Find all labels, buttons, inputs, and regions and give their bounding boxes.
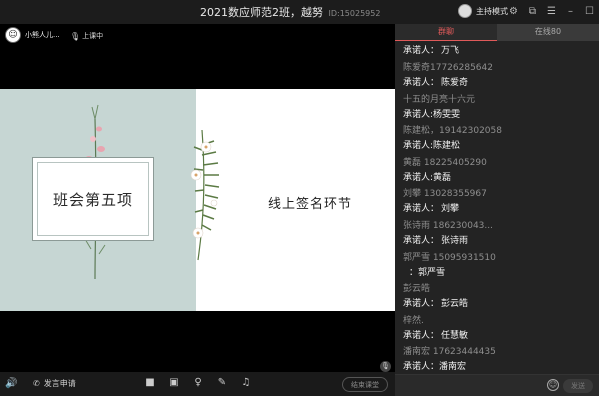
list-item: 陈爱奇17726285642 承诺人： 陈爱奇 <box>403 62 599 94</box>
window-title: 2021数应师范2班，越努 ID:15025952 <box>200 4 380 20</box>
popout-icon[interactable]: ⧉ <box>526 5 539 18</box>
classroom-app: 2021数应师范2班，越努 ID:15025952 主持模式 ⚙ ⧉ ☰ – ☐… <box>0 0 599 396</box>
message-text: 承诺人： 刘攀 <box>403 204 460 215</box>
message-text: 承诺人： 陈爱奇 <box>403 78 469 88</box>
message-sender: 郭严雪 15095931510 <box>403 252 496 263</box>
speaker-icon[interactable]: 🔊 <box>5 378 17 389</box>
message-list[interactable]: 承诺人： 万飞 陈爱奇17726285642 承诺人： 陈爱奇 十五的月亮十六元 承… <box>395 43 599 373</box>
phone-icon: ✆ <box>33 379 40 388</box>
emoji-icon[interactable]: ☺ <box>547 379 559 391</box>
video-area: ☺ 小熊人儿... 🎙 上课中 班会第五项 线上签名环节 🎙 <box>0 24 395 372</box>
edit-icon[interactable]: ✎ <box>216 377 228 388</box>
list-item: 彭云皓 承诺人： 彭云皓 <box>403 283 599 315</box>
class-status: 🎙 上课中 <box>70 31 103 41</box>
message-text: 承诺人： 彭云皓 <box>403 299 469 310</box>
list-item: 黄磊 18225405290 承诺人:黄磊 <box>403 157 599 189</box>
end-class-button[interactable]: 结束课堂 <box>342 377 388 392</box>
fern-decoration <box>190 129 220 261</box>
chat-tabs: 群聊 在线80 <box>395 24 599 41</box>
list-item: 承诺人： 万飞 <box>403 43 599 62</box>
minimize-icon[interactable]: – <box>564 5 577 18</box>
list-item: 陈建松，19142302058 承诺人:陈建松 <box>403 125 599 157</box>
mic-icon[interactable]: ♀ <box>192 377 204 388</box>
window-controls: ⚙ ⧉ ☰ – ☐ ✕ <box>507 5 599 18</box>
avatar-icon <box>458 4 472 18</box>
slide-subtitle: 线上签名环节 <box>268 197 353 212</box>
title-bar: 2021数应师范2班，越努 ID:15025952 主持模式 ⚙ ⧉ ☰ – ☐… <box>0 0 599 24</box>
message-text: 承诺人:黄磊 <box>403 172 452 183</box>
slide-title-box: 班会第五项 <box>32 157 154 241</box>
screen-share-icon[interactable]: ▣ <box>168 377 180 388</box>
camera-icon[interactable]: ■ <box>144 377 156 388</box>
message-text: 承诺人:陈建松 <box>403 141 461 152</box>
message-text: 承诺人： 张诗雨 <box>403 235 469 246</box>
class-id: ID:15025952 <box>328 9 381 18</box>
message-sender: 陈建松，19142302058 <box>403 126 502 137</box>
speak-request-button[interactable]: ✆ 发言申请 <box>33 378 76 389</box>
message-text: 承诺人:杨雯雯 <box>403 109 461 120</box>
music-icon[interactable]: ♫ <box>240 377 252 388</box>
class-status-label: 上课中 <box>82 32 104 40</box>
message-sender: 陈爱奇17726285642 <box>403 63 493 73</box>
speak-request-label: 发言申请 <box>43 379 76 388</box>
presentation-slide: 班会第五项 线上签名环节 <box>0 89 395 311</box>
message-sender: 十五的月亮十六元 <box>403 94 476 105</box>
list-item: 郭严雪 15095931510 ：郭严雪 <box>403 252 599 284</box>
message-sender: 刘攀 13028355967 <box>403 189 487 200</box>
teacher-name: 小熊人儿... <box>25 31 60 39</box>
list-item: 潘南宏 17623444435 承诺人：潘南宏 <box>403 346 599 373</box>
message-sender: 梓然. <box>403 315 424 326</box>
mic-icon[interactable]: 🎙 <box>380 361 391 372</box>
message-sender: 张诗雨 186230043... <box>403 220 493 231</box>
host-mode[interactable]: 主持模式 <box>458 4 508 18</box>
host-mode-label: 主持模式 <box>476 6 508 16</box>
chat-input[interactable] <box>401 378 541 394</box>
list-item: 十五的月亮十六元 承诺人:杨雯雯 <box>403 94 599 126</box>
class-title: 2021数应师范2班，越努 <box>200 6 323 19</box>
message-sender: 黄磊 18225405290 <box>403 157 487 168</box>
message-text: ：郭严雪 <box>409 267 446 278</box>
bottom-toolbar: 🔊 ✆ 发言申请 ■ ▣ ♀ ✎ ♫ 结束课堂 <box>0 372 395 396</box>
chat-input-row: ☺ 发送 <box>395 374 599 396</box>
chat-panel: 群聊 在线80 承诺人： 万飞 陈爱奇17726285642 承诺人： 陈爱奇 十五… <box>395 24 599 396</box>
slide-title: 班会第五项 <box>37 162 149 236</box>
list-item: 梓然. 承诺人： 任慧敏 <box>403 315 599 347</box>
media-tools: ■ ▣ ♀ ✎ ♫ <box>144 377 252 388</box>
send-button[interactable]: 发送 <box>563 379 593 393</box>
teacher-badge: ☺ 小熊人儿... <box>5 27 60 43</box>
message-text: 承诺人：潘南宏 <box>403 362 467 373</box>
mic-icon: 🎙 <box>70 31 81 41</box>
message-sender: 彭云皓 <box>403 284 431 295</box>
tab-online[interactable]: 在线80 <box>497 24 599 41</box>
gear-icon[interactable]: ⚙ <box>507 5 520 18</box>
message-text: 承诺人： 万飞 <box>403 46 460 56</box>
tab-group-chat[interactable]: 群聊 <box>395 24 497 41</box>
message-text: 承诺人： 任慧敏 <box>403 330 469 341</box>
teacher-avatar: ☺ <box>5 27 21 43</box>
message-sender: 潘南宏 17623444435 <box>403 347 496 358</box>
maximize-icon[interactable]: ☐ <box>583 5 596 18</box>
list-item: 刘攀 13028355967 承诺人： 刘攀 <box>403 188 599 220</box>
list-item: 张诗雨 186230043... 承诺人： 张诗雨 <box>403 220 599 252</box>
menu-icon[interactable]: ☰ <box>545 5 558 18</box>
